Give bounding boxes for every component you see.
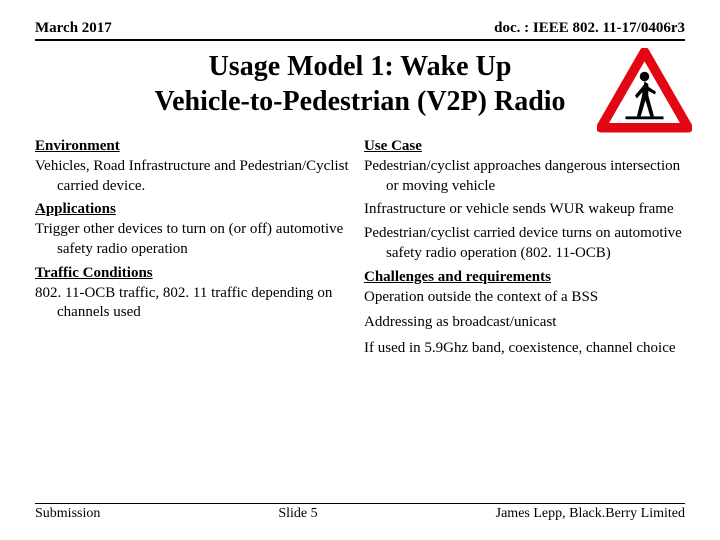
challenges-heading: Challenges and requirements [364, 268, 685, 288]
header-docref: doc. : IEEE 802. 11-17/0406r3 [494, 20, 685, 37]
footer-bar: Submission Slide 5 James Lepp, Black.Ber… [35, 503, 685, 522]
header-bar: March 2017 doc. : IEEE 802. 11-17/0406r3 [35, 20, 685, 41]
header-date: March 2017 [35, 20, 112, 37]
footer-center: Slide 5 [278, 506, 317, 522]
environment-body: Vehicles, Road Infrastructure and Pedest… [35, 157, 356, 197]
content-columns: Environment Vehicles, Road Infrastructur… [35, 135, 685, 365]
title-line-2: Vehicle-to-Pedestrian (V2P) Radio [35, 84, 685, 119]
page-title: Usage Model 1: Wake Up Vehicle-to-Pedest… [35, 49, 685, 119]
footer-left: Submission [35, 506, 100, 522]
right-column: Use Case Pedestrian/cyclist approaches d… [360, 135, 685, 365]
applications-body: Trigger other devices to turn on (or off… [35, 220, 356, 260]
challenges-item-1: Operation outside the context of a BSS [364, 288, 685, 308]
usecase-item-3: Pedestrian/cyclist carried device turns … [364, 224, 685, 264]
applications-heading: Applications [35, 200, 356, 220]
traffic-heading: Traffic Conditions [35, 264, 356, 284]
challenges-item-2: Addressing as broadcast/unicast [364, 313, 685, 333]
footer-right: James Lepp, Black.Berry Limited [496, 506, 685, 522]
title-line-1: Usage Model 1: Wake Up [35, 49, 685, 84]
environment-heading: Environment [35, 137, 356, 157]
traffic-body: 802. 11-OCB traffic, 802. 11 traffic dep… [35, 284, 356, 324]
left-column: Environment Vehicles, Road Infrastructur… [35, 135, 360, 365]
challenges-item-3: If used in 5.9Ghz band, coexistence, cha… [364, 339, 685, 359]
usecase-item-1: Pedestrian/cyclist approaches dangerous … [364, 157, 685, 197]
pedestrian-sign-icon [597, 48, 692, 143]
usecase-item-2: Infrastructure or vehicle sends WUR wake… [364, 200, 685, 220]
